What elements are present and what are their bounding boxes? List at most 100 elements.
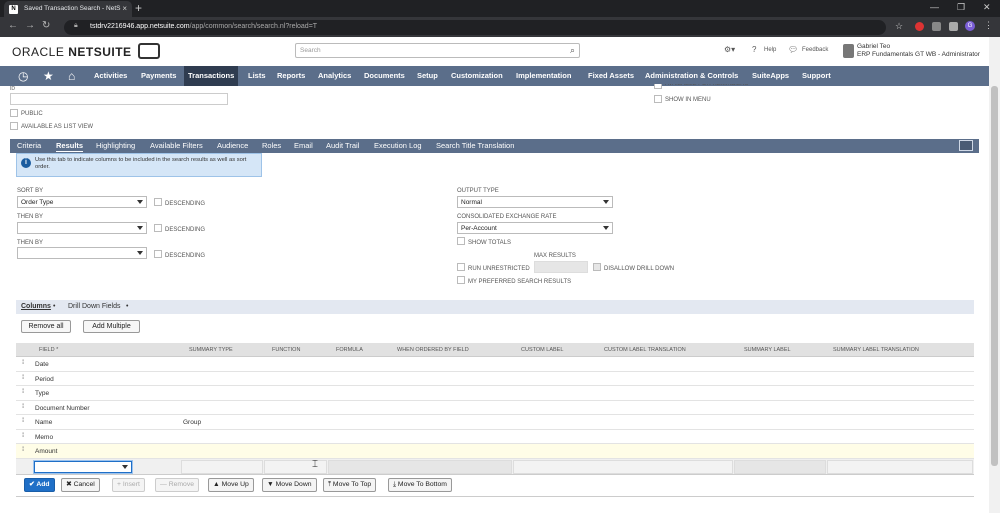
table-row[interactable]: ⁞⁞ Date bbox=[16, 357, 974, 372]
recent-records-icon[interactable]: ⚙︎▾ bbox=[724, 45, 735, 54]
preferred-results-checkbox[interactable] bbox=[457, 276, 465, 284]
help-link[interactable]: Help bbox=[764, 47, 776, 53]
show-totals-checkbox[interactable] bbox=[457, 237, 465, 245]
address-bar[interactable]: 🔒︎ tstdrv2216946.app.netsuite.com/app/com… bbox=[64, 20, 886, 35]
menu-implementation[interactable]: Implementation bbox=[516, 66, 571, 86]
menu-reports[interactable]: Reports bbox=[277, 66, 305, 86]
tab-audience[interactable]: Audience bbox=[217, 141, 248, 150]
browser-tab[interactable]: N Saved Transaction Search - NetS × bbox=[4, 1, 132, 17]
subtab-menu-icon[interactable] bbox=[959, 140, 973, 151]
drag-handle-icon[interactable]: ⁞⁞ bbox=[22, 433, 25, 439]
move-to-bottom-button[interactable]: ⤓ Move To Bottom bbox=[388, 478, 452, 492]
feedback-icon[interactable]: 💬︎ bbox=[788, 45, 798, 54]
menu-payments[interactable]: Payments bbox=[141, 66, 176, 86]
favorites-star-icon[interactable]: ★ bbox=[43, 69, 54, 83]
menu-lists[interactable]: Lists bbox=[248, 66, 266, 86]
summary-type-cell[interactable] bbox=[181, 460, 263, 474]
table-row[interactable]: ⁞⁞ Memo bbox=[16, 429, 974, 444]
menu-activities[interactable]: Activities bbox=[94, 66, 127, 86]
summary-label-cell[interactable] bbox=[734, 460, 826, 474]
drag-handle-icon[interactable]: ⁞⁞ bbox=[22, 404, 25, 410]
table-row[interactable]: ⁞⁞ Period bbox=[16, 371, 974, 386]
descending-checkbox-1[interactable] bbox=[154, 198, 162, 206]
id-input[interactable] bbox=[10, 93, 228, 105]
formula-cell[interactable] bbox=[328, 460, 512, 474]
insert-button[interactable]: + Insert bbox=[112, 478, 145, 492]
profile-avatar[interactable]: G bbox=[965, 21, 975, 31]
table-row[interactable]: ⁞⁞ Type bbox=[16, 386, 974, 401]
oracle-netsuite-logo[interactable]: ORACLE NETSUITE bbox=[12, 45, 132, 59]
then-by-select-1[interactable] bbox=[17, 222, 147, 234]
output-type-select[interactable]: Normal bbox=[457, 196, 613, 208]
tab-roles[interactable]: Roles bbox=[262, 141, 281, 150]
add-multiple-button[interactable]: Add Multiple bbox=[83, 320, 140, 333]
maximize-icon[interactable]: ❐ bbox=[957, 2, 965, 13]
move-down-button[interactable]: ▼ Move Down bbox=[262, 478, 317, 492]
drill-down-fields-tab[interactable]: Drill Down Fields bbox=[68, 303, 121, 310]
reminders-checkbox[interactable] bbox=[654, 84, 662, 89]
global-search-input[interactable]: Search ⌕ bbox=[295, 43, 580, 58]
move-up-button[interactable]: ▲ Move Up bbox=[208, 478, 254, 492]
list-view-checkbox[interactable] bbox=[10, 122, 18, 130]
tab-audit-trail[interactable]: Audit Trail bbox=[326, 141, 359, 150]
field-select[interactable] bbox=[34, 461, 132, 473]
columns-tab[interactable]: Columns bbox=[21, 303, 51, 310]
minimize-icon[interactable]: — bbox=[930, 2, 939, 12]
remove-button[interactable]: — Remove bbox=[155, 478, 199, 492]
drag-handle-icon[interactable]: ⁞⁞ bbox=[22, 447, 25, 453]
menu-documents[interactable]: Documents bbox=[364, 66, 405, 86]
disallow-drill-checkbox[interactable] bbox=[593, 263, 601, 271]
tab-available-filters[interactable]: Available Filters bbox=[150, 141, 203, 150]
tab-execution-log[interactable]: Execution Log bbox=[374, 141, 422, 150]
descending-checkbox-2[interactable] bbox=[154, 224, 162, 232]
menu-customization[interactable]: Customization bbox=[451, 66, 503, 86]
close-tab-icon[interactable]: × bbox=[122, 4, 127, 13]
close-window-icon[interactable]: ✕ bbox=[983, 2, 991, 13]
drag-handle-icon[interactable]: ⁞⁞ bbox=[22, 375, 25, 381]
user-icon[interactable] bbox=[843, 44, 854, 58]
tab-criteria[interactable]: Criteria bbox=[17, 141, 41, 150]
public-checkbox[interactable] bbox=[10, 109, 18, 117]
home-icon[interactable]: ⌂ bbox=[68, 69, 75, 83]
star-icon[interactable]: ☆ bbox=[895, 21, 903, 32]
menu-transactions[interactable]: Transactions bbox=[184, 66, 239, 86]
custom-label-cell[interactable] bbox=[513, 460, 733, 474]
recent-icon[interactable]: ◷ bbox=[18, 69, 28, 83]
descending-checkbox-3[interactable] bbox=[154, 250, 162, 258]
table-row[interactable]: ⁞⁞ Document Number bbox=[16, 400, 974, 415]
tab-highlighting[interactable]: Highlighting bbox=[96, 141, 135, 150]
reload-icon[interactable]: ↻ bbox=[42, 20, 50, 31]
drag-handle-icon[interactable]: ⁞⁞ bbox=[22, 360, 25, 366]
puzzle-icon[interactable] bbox=[949, 22, 958, 31]
user-menu[interactable]: Gabriel Teo ERP Fundamentals GT WB - Admi… bbox=[857, 43, 980, 59]
remove-all-button[interactable]: Remove all bbox=[21, 320, 71, 333]
then-by-select-2[interactable] bbox=[17, 247, 147, 259]
forward-icon[interactable]: → bbox=[25, 20, 35, 31]
run-unrestricted-checkbox[interactable] bbox=[457, 263, 465, 271]
cons-rate-select[interactable]: Per-Account bbox=[457, 222, 613, 234]
help-icon[interactable]: ? bbox=[752, 45, 756, 54]
tab-email[interactable]: Email bbox=[294, 141, 313, 150]
tab-search-title-translation[interactable]: Search Title Translation bbox=[436, 141, 514, 150]
summary-label-translation-cell[interactable] bbox=[827, 460, 973, 474]
move-to-top-button[interactable]: ⤒ Move To Top bbox=[323, 478, 377, 492]
drag-handle-icon[interactable]: ⁞⁞ bbox=[22, 389, 25, 395]
back-icon[interactable]: ← bbox=[8, 20, 18, 31]
extension-icon[interactable] bbox=[932, 22, 941, 31]
menu-suiteapps[interactable]: SuiteApps bbox=[752, 66, 789, 86]
menu-analytics[interactable]: Analytics bbox=[318, 66, 351, 86]
menu-fixed-assets[interactable]: Fixed Assets bbox=[588, 66, 634, 86]
extension-icon[interactable] bbox=[915, 22, 924, 31]
cancel-button[interactable]: ✖ Cancel bbox=[61, 478, 100, 492]
drag-handle-icon[interactable]: ⁞⁞ bbox=[22, 418, 25, 424]
menu-setup[interactable]: Setup bbox=[417, 66, 438, 86]
menu-administration-controls[interactable]: Administration & Controls bbox=[645, 66, 738, 86]
search-icon[interactable]: ⌕ bbox=[570, 45, 575, 56]
feedback-link[interactable]: Feedback bbox=[802, 47, 828, 53]
menu-dots-icon[interactable]: ⋮ bbox=[984, 20, 993, 31]
sort-by-select[interactable]: Order Type bbox=[17, 196, 147, 208]
scrollbar-thumb[interactable] bbox=[991, 86, 998, 466]
table-row[interactable]: ⁞⁞ Name Group bbox=[16, 415, 974, 430]
table-row[interactable]: ⁞⁞ Amount bbox=[16, 444, 974, 459]
menu-support[interactable]: Support bbox=[802, 66, 831, 86]
